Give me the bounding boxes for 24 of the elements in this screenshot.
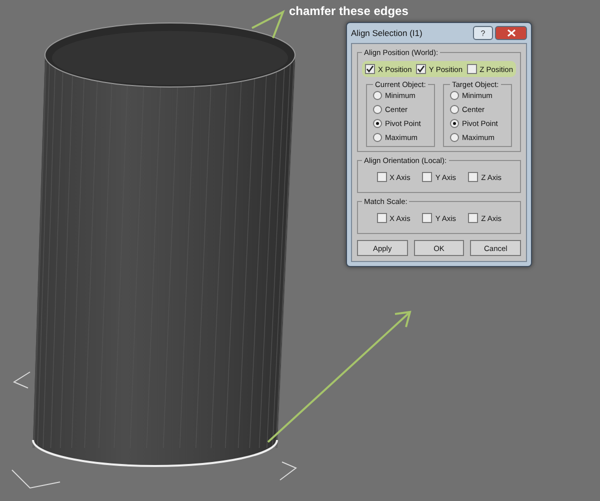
arrow-icon: [267, 310, 412, 443]
checkbox[interactable]: [466, 64, 477, 74]
close-button[interactable]: [495, 26, 527, 40]
radio-button[interactable]: [373, 91, 382, 100]
checkbox[interactable]: [422, 213, 432, 223]
radio-button[interactable]: [373, 119, 382, 128]
checkbox[interactable]: [376, 213, 386, 223]
checkbox[interactable]: [468, 213, 478, 223]
checkbox[interactable]: [422, 172, 432, 182]
annotation-text: chamfer these edges: [289, 4, 408, 18]
checkbox[interactable]: [468, 172, 478, 182]
radio-button[interactable]: [450, 91, 459, 100]
checkbox[interactable]: [365, 64, 375, 74]
help-button[interactable]: ?: [473, 26, 493, 40]
radio-button[interactable]: [450, 133, 459, 142]
dialog-title: Align Selection (I1): [351, 28, 424, 38]
radio-button[interactable]: [450, 105, 459, 114]
radio-button[interactable]: [373, 133, 382, 142]
leader-line: [252, 10, 285, 38]
radio-button[interactable]: [373, 105, 382, 114]
checkbox[interactable]: [416, 64, 426, 74]
close-icon: [506, 29, 516, 37]
radio-button[interactable]: [450, 119, 459, 128]
checkbox[interactable]: [376, 172, 386, 182]
